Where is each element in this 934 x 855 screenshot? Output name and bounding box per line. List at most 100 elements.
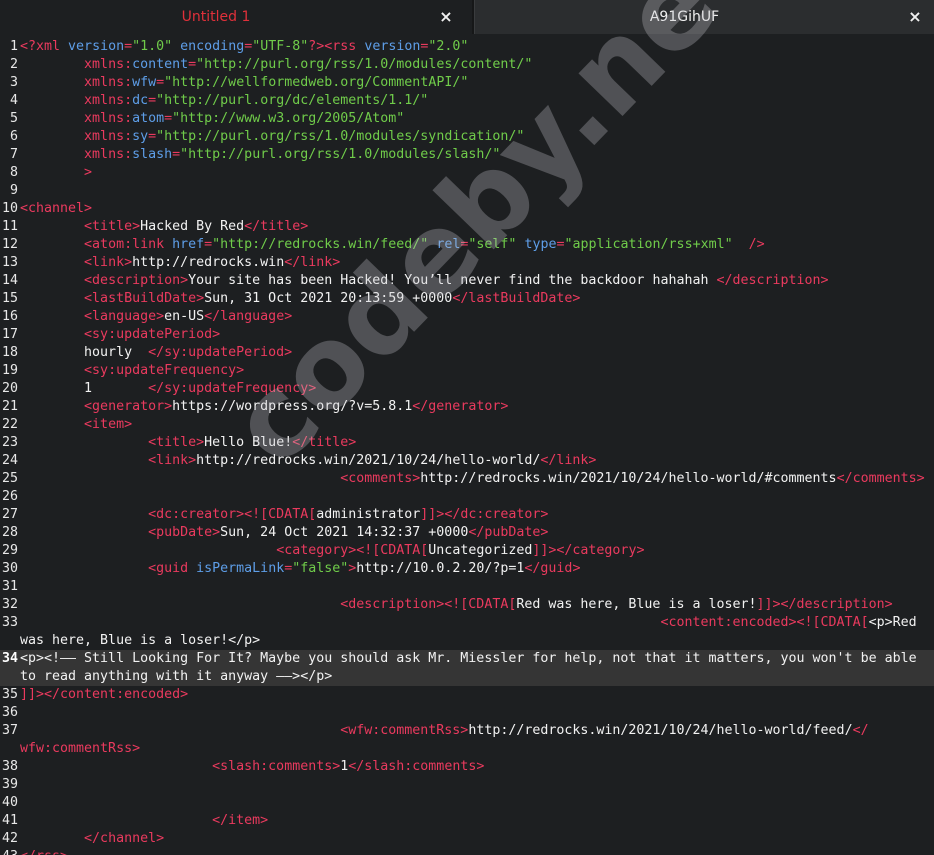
tab-untitled-1[interactable]: Untitled 1 × <box>0 0 472 34</box>
xml-tag-token: <title> <box>84 219 141 234</box>
xml-attr-token: atom <box>132 111 165 126</box>
code-text: <guid isPermaLink="false">http://10.0.2.… <box>20 560 580 578</box>
line-number: 42 <box>1 831 18 846</box>
code-text: xmlns:dc="http://purl.org/dc/elements/1.… <box>20 92 428 110</box>
code-text: <slash:comments>1</slash:comments> <box>20 758 484 776</box>
code-line[interactable]: 14 <description>Your site has been Hacke… <box>0 272 934 290</box>
code-text: ]]></content:encoded> <box>20 686 188 704</box>
code-line[interactable]: 17 <sy:updatePeriod> <box>0 326 934 344</box>
xml-attr-token: dc <box>132 93 149 108</box>
code-line[interactable]: 35]]></content:encoded> <box>0 686 934 704</box>
code-line[interactable]: 10 <channel> <box>0 200 934 218</box>
code-line[interactable]: 4 xmlns:dc="http://purl.org/dc/elements/… <box>0 92 934 110</box>
code-line[interactable]: 16 <language>en-US</language> <box>0 308 934 326</box>
code-line[interactable]: 1 <?xml version="1.0" encoding="UTF-8"?><… <box>0 38 934 56</box>
code-line[interactable]: 28 <pubDate>Sun, 24 Oct 2021 14:32:37 +0… <box>0 524 934 542</box>
code-line[interactable]: 42 </channel> <box>0 830 934 848</box>
line-number: 23 <box>1 435 18 450</box>
code-line[interactable]: 21 <generator>https://wordpress.org/?v=5… <box>0 398 934 416</box>
xml-tag-token: <lastBuildDate> <box>84 291 205 306</box>
code-text: <dc:creator><![CDATA[administrator]]></d… <box>20 506 548 524</box>
text-token: http://redrocks.win <box>132 255 285 270</box>
code-line[interactable]: 41 </item> <box>0 812 934 830</box>
code-line[interactable]: 24 <link>http://redrocks.win/2021/10/24/… <box>0 452 934 470</box>
text-token: en-US <box>164 309 205 324</box>
close-icon[interactable]: × <box>436 0 456 34</box>
code-line[interactable]: 20 1 </sy:updateFrequency> <box>0 380 934 398</box>
code-line[interactable]: 38 <slash:comments>1</slash:comments> <box>0 758 934 776</box>
code-line[interactable]: 39 <box>0 776 934 794</box>
code-line[interactable]: 3 xmlns:wfw="http://wellformedweb.org/Co… <box>0 74 934 92</box>
code-line[interactable]: 8 > <box>0 164 934 182</box>
code-line[interactable]: 37 <wfw:commentRss>http://redrocks.win/2… <box>0 722 934 758</box>
line-number: 36 <box>1 705 18 720</box>
code-line[interactable]: 23 <title>Hello Blue!</title> <box>0 434 934 452</box>
code-line[interactable]: 7 xmlns:slash="http://purl.org/rss/1.0/m… <box>0 146 934 164</box>
code-line[interactable]: 5 xmlns:atom="http://www.w3.org/2005/Ato… <box>0 110 934 128</box>
code-line[interactable]: 12 <atom:link href="http://redrocks.win/… <box>0 236 934 254</box>
code-line[interactable]: 33 <content:encoded><![CDATA[<p>Red was … <box>0 614 934 650</box>
line-number: 43 <box>0 848 18 855</box>
code-line[interactable]: 26 <box>0 488 934 506</box>
code-line[interactable]: 27 <dc:creator><![CDATA[administrator]]>… <box>0 506 934 524</box>
line-number: 17 <box>1 327 18 342</box>
code-line[interactable]: 34 <p><!–– Still Looking For It? Maybe yo… <box>0 650 934 686</box>
xml-tag-token: <description><![CDATA[ <box>340 597 517 612</box>
line-number: 29 <box>1 543 18 558</box>
text-token: Sun, 31 Oct 2021 20:13:59 +0000 <box>204 291 453 306</box>
code-line[interactable]: 31 <box>0 578 934 596</box>
line-number: 15 <box>1 291 18 306</box>
code-text: <title>Hello Blue!</title> <box>20 434 356 452</box>
code-line[interactable]: 22 <item> <box>0 416 934 434</box>
code-line[interactable]: 29 <category><![CDATA[Uncategorized]]></… <box>0 542 934 560</box>
code-text: <channel> <box>20 200 92 218</box>
code-line[interactable]: 25 <comments>http://redrocks.win/2021/10… <box>0 470 934 488</box>
text-token: administrator <box>316 507 421 522</box>
code-text: hourly </sy:updatePeriod> <box>20 344 292 362</box>
xml-string-token: "2.0" <box>428 39 469 54</box>
code-line[interactable]: 30 <guid isPermaLink="false">http://10.0… <box>0 560 934 578</box>
xml-tag-token: xmlns: <box>84 111 133 126</box>
tab-a91gihuf[interactable]: A91GihUF × <box>474 0 934 34</box>
code-line[interactable]: 15 <lastBuildDate>Sun, 31 Oct 2021 20:13… <box>0 290 934 308</box>
close-icon[interactable]: × <box>905 0 925 34</box>
xml-tag-token: </rss> <box>20 849 68 855</box>
code-line[interactable]: 11 <title>Hacked By Red</title> <box>0 218 934 236</box>
xml-tag-token: xmlns: <box>84 57 133 72</box>
xml-tag-token: <guid <box>148 561 197 576</box>
code-line[interactable]: 19 <sy:updateFrequency> <box>0 362 934 380</box>
code-line[interactable]: 2 xmlns:content="http://purl.org/rss/1.0… <box>0 56 934 74</box>
text-token: http://redrocks.win/2021/10/24/hello-wor… <box>468 723 853 738</box>
xml-tag-token: <description> <box>84 273 189 288</box>
xml-attr-token: type <box>524 237 557 252</box>
line-number: 31 <box>1 579 18 594</box>
xml-tag-token: </channel> <box>84 831 165 846</box>
xml-tag-token: ]]></description> <box>756 597 893 612</box>
code-line[interactable]: 13 <link>http://redrocks.win</link> <box>0 254 934 272</box>
code-line[interactable]: 32 <description><![CDATA[Red was here, B… <box>0 596 934 614</box>
code-text: <comments>http://redrocks.win/2021/10/24… <box>20 470 925 488</box>
code-line[interactable]: 36 <box>0 704 934 722</box>
xml-tag-token: </link> <box>284 255 341 270</box>
code-line[interactable]: 6 xmlns:sy="http://purl.org/rss/1.0/modu… <box>0 128 934 146</box>
xml-tag-token: </comments> <box>836 471 925 486</box>
code-line[interactable]: 40 <box>0 794 934 812</box>
code-line[interactable]: 18 hourly </sy:updatePeriod> <box>0 344 934 362</box>
xml-tag-token: </slash:comments> <box>348 759 485 774</box>
code-line[interactable]: 9 <box>0 182 934 200</box>
line-number: 35 <box>1 687 18 702</box>
line-number: 27 <box>1 507 18 522</box>
line-number: 33 <box>1 615 18 630</box>
code-editor[interactable]: 1 <?xml version="1.0" encoding="UTF-8"?><… <box>0 38 934 855</box>
xml-tag-token: = <box>148 93 157 108</box>
code-text: xmlns:content="http://purl.org/rss/1.0/m… <box>20 56 532 74</box>
xml-tag-token: <link> <box>148 453 197 468</box>
code-line[interactable]: 43</rss> <box>0 848 934 855</box>
xml-tag-token: <language> <box>84 309 165 324</box>
